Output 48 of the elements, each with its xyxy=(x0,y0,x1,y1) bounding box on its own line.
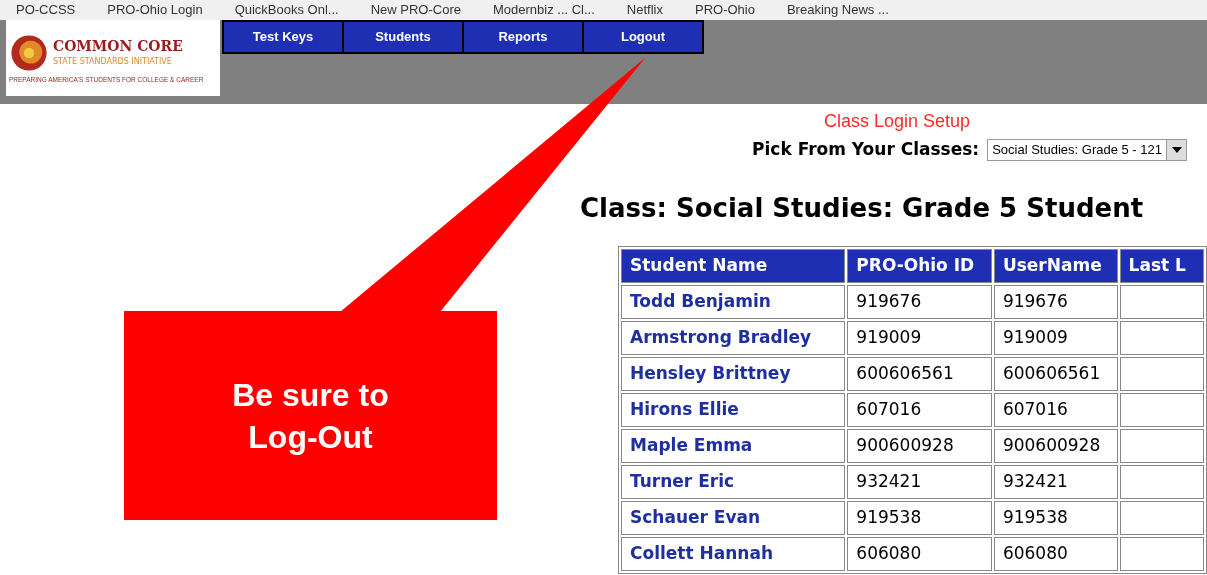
nav-button[interactable]: Reports xyxy=(464,22,582,52)
bookmark-link[interactable]: New PRO-Core xyxy=(370,2,461,18)
class-picker-label: Pick From Your Classes: xyxy=(752,138,980,161)
student-name-link[interactable]: Todd Benjamin xyxy=(621,284,846,319)
column-header: Last L xyxy=(1119,248,1204,283)
student-name-link[interactable]: Collett Hannah xyxy=(621,536,846,571)
table-cell: 600606561 xyxy=(847,356,992,391)
table-cell: 919009 xyxy=(993,320,1118,355)
column-header: UserName xyxy=(993,248,1118,283)
table-cell: 606080 xyxy=(847,536,992,571)
bookmark-link[interactable]: PRO-Ohio Login xyxy=(107,2,203,18)
table-cell: 919676 xyxy=(847,284,992,319)
logo-subtitle: STATE STANDARDS INITIATIVE xyxy=(53,55,173,68)
column-header: Student Name xyxy=(621,248,846,283)
table-cell: 919009 xyxy=(847,320,992,355)
bookmark-link[interactable]: PO-CCSS xyxy=(16,2,76,18)
bookmark-link[interactable]: Modernbiz ... Cl... xyxy=(492,2,595,18)
bookmark-link[interactable]: PRO-Ohio xyxy=(694,2,755,18)
bookmark-link[interactable]: Netflix xyxy=(626,2,663,18)
class-select[interactable]: Social Studies: Grade 5 - 121 xyxy=(987,138,1187,161)
table-cell: 900600928 xyxy=(993,428,1118,463)
table-cell: 607016 xyxy=(993,392,1118,427)
table-cell: 607016 xyxy=(847,392,992,427)
caret-icon xyxy=(1166,139,1186,160)
column-header: PRO-Ohio ID xyxy=(847,248,992,283)
table-cell: 919538 xyxy=(847,500,992,535)
callout-text: Be sure to Log-Out xyxy=(231,375,390,457)
page-title: Class Login Setup xyxy=(823,110,971,133)
student-name-link[interactable]: Hirons Ellie xyxy=(621,392,846,427)
student-name-link[interactable]: Maple Emma xyxy=(621,428,846,463)
student-name-link[interactable]: Armstrong Bradley xyxy=(621,320,846,355)
student-name-link[interactable]: Turner Eric xyxy=(621,464,846,499)
table-cell: 919676 xyxy=(993,284,1118,319)
class-heading: Class: Social Studies: Grade 5 Student xyxy=(580,192,1144,223)
bookmark-link[interactable]: QuickBooks Onl... xyxy=(234,2,339,18)
student-name-link[interactable]: Hensley Brittney xyxy=(621,356,846,391)
student-name-link[interactable]: Schauer Evan xyxy=(621,500,846,535)
logo-title: COMMON CORE xyxy=(53,38,183,56)
nav-button[interactable]: Logout xyxy=(584,22,702,52)
table-cell: 900600928 xyxy=(847,428,992,463)
table-cell: 932421 xyxy=(993,464,1118,499)
table-cell: 932421 xyxy=(847,464,992,499)
nav-button[interactable]: Students xyxy=(344,22,462,52)
bookmark-link[interactable]: Breaking News ... xyxy=(786,2,889,18)
nav-button[interactable]: Test Keys xyxy=(224,22,342,52)
table-cell: 919538 xyxy=(993,500,1118,535)
table-cell: 606080 xyxy=(993,536,1118,571)
table-cell: 600606561 xyxy=(993,356,1118,391)
